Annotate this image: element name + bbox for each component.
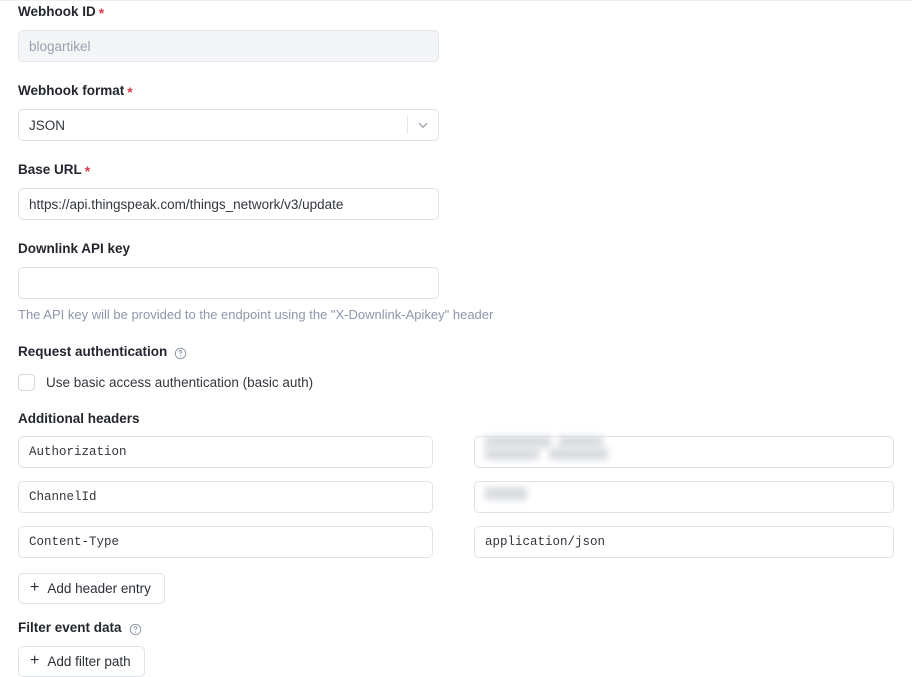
webhook-id-label: Webhook ID * xyxy=(18,4,894,20)
base-url-label: Base URL * xyxy=(18,162,894,178)
question-circle-icon[interactable] xyxy=(129,623,142,636)
chevron-down-icon[interactable] xyxy=(416,109,430,141)
header-key-input[interactable] xyxy=(18,481,433,513)
webhook-id-input[interactable] xyxy=(18,30,439,62)
webhook-settings-form: Webhook ID * Webhook format * JSON Base … xyxy=(0,1,912,677)
section-filter-event-data: Filter event data + Add filter path xyxy=(18,620,894,677)
header-entry-row xyxy=(18,436,894,468)
add-header-entry-button[interactable]: + Add header entry xyxy=(18,573,165,604)
webhook-format-select[interactable]: JSON xyxy=(18,109,439,141)
webhook-format-label: Webhook format * xyxy=(18,83,894,99)
section-request-authentication: Request authentication Use basic access … xyxy=(18,344,894,391)
downlink-api-key-input[interactable] xyxy=(18,267,439,299)
additional-headers-label: Additional headers xyxy=(18,411,894,427)
header-value-input[interactable] xyxy=(474,436,894,468)
basic-auth-checkbox-row[interactable]: Use basic access authentication (basic a… xyxy=(18,374,894,391)
header-value-cell xyxy=(474,436,894,468)
add-filter-path-button[interactable]: + Add filter path xyxy=(18,646,145,677)
downlink-api-key-label: Downlink API key xyxy=(18,241,894,257)
field-webhook-id: Webhook ID * xyxy=(18,1,894,62)
header-value-cell xyxy=(474,481,894,513)
section-additional-headers: Additional headers Authorization Channel… xyxy=(18,411,894,604)
plus-icon: + xyxy=(30,578,40,596)
downlink-api-key-hint: The API key will be provided to the endp… xyxy=(18,307,494,322)
required-asterisk: * xyxy=(127,84,133,100)
question-circle-icon[interactable] xyxy=(174,347,187,360)
field-downlink-api-key: Downlink API key The API key will be pro… xyxy=(18,241,894,323)
header-value-input[interactable] xyxy=(474,481,894,513)
required-asterisk: * xyxy=(84,163,91,179)
header-entry-row xyxy=(18,526,894,558)
filter-event-data-label: Filter event data xyxy=(18,620,894,636)
header-key-input[interactable] xyxy=(18,436,433,468)
header-entry-row xyxy=(18,481,894,513)
webhook-format-selected-value[interactable]: JSON xyxy=(18,109,439,141)
base-url-label-text: Base URL xyxy=(18,162,82,177)
field-webhook-format: Webhook format * JSON xyxy=(18,83,894,141)
basic-auth-checkbox[interactable] xyxy=(18,374,35,391)
basic-auth-checkbox-label: Use basic access authentication (basic a… xyxy=(46,375,314,390)
field-base-url: Base URL * xyxy=(18,162,894,220)
downlink-api-key-label-text: Downlink API key xyxy=(18,241,131,256)
select-divider xyxy=(407,116,408,134)
required-asterisk: * xyxy=(98,5,105,21)
base-url-input[interactable] xyxy=(18,188,439,220)
plus-icon: + xyxy=(30,651,40,669)
request-authentication-label: Request authentication xyxy=(18,344,894,360)
header-value-input[interactable] xyxy=(474,526,894,558)
additional-headers-label-text: Additional headers xyxy=(18,411,140,426)
webhook-format-label-text: Webhook format xyxy=(18,83,125,98)
webhook-id-label-text: Webhook ID xyxy=(18,4,96,19)
filter-event-data-label-text: Filter event data xyxy=(18,620,122,635)
header-key-input[interactable] xyxy=(18,526,433,558)
request-authentication-label-text: Request authentication xyxy=(18,344,168,359)
add-filter-path-label: Add filter path xyxy=(47,654,131,669)
add-header-entry-label: Add header entry xyxy=(47,581,151,596)
header-value-cell xyxy=(474,526,894,558)
